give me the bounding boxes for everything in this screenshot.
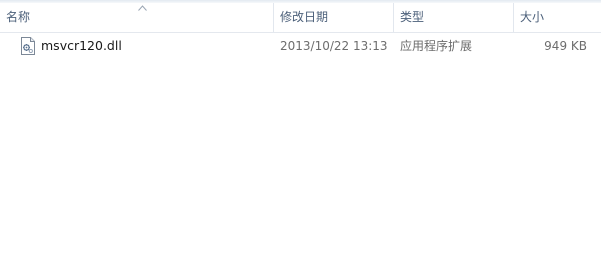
column-header-name[interactable]: 名称 bbox=[0, 3, 273, 32]
file-name: msvcr120.dll bbox=[41, 38, 122, 53]
column-header-bar: 名称 修改日期 类型 大小 bbox=[0, 3, 601, 33]
file-type: 应用程序扩展 bbox=[400, 39, 473, 53]
column-header-type[interactable]: 类型 bbox=[394, 3, 513, 32]
column-header-size[interactable]: 大小 bbox=[514, 3, 601, 32]
dll-file-icon bbox=[21, 37, 35, 55]
file-size: 949 KB bbox=[544, 39, 587, 53]
file-list-view: 名称 修改日期 类型 大小 msvcr120.dll 2013/10/22 13… bbox=[0, 0, 601, 278]
file-row[interactable]: msvcr120.dll 2013/10/22 13:13 应用程序扩展 949… bbox=[0, 33, 601, 59]
file-modified-date: 2013/10/22 13:13 bbox=[280, 39, 388, 53]
column-header-date[interactable]: 修改日期 bbox=[274, 3, 393, 32]
